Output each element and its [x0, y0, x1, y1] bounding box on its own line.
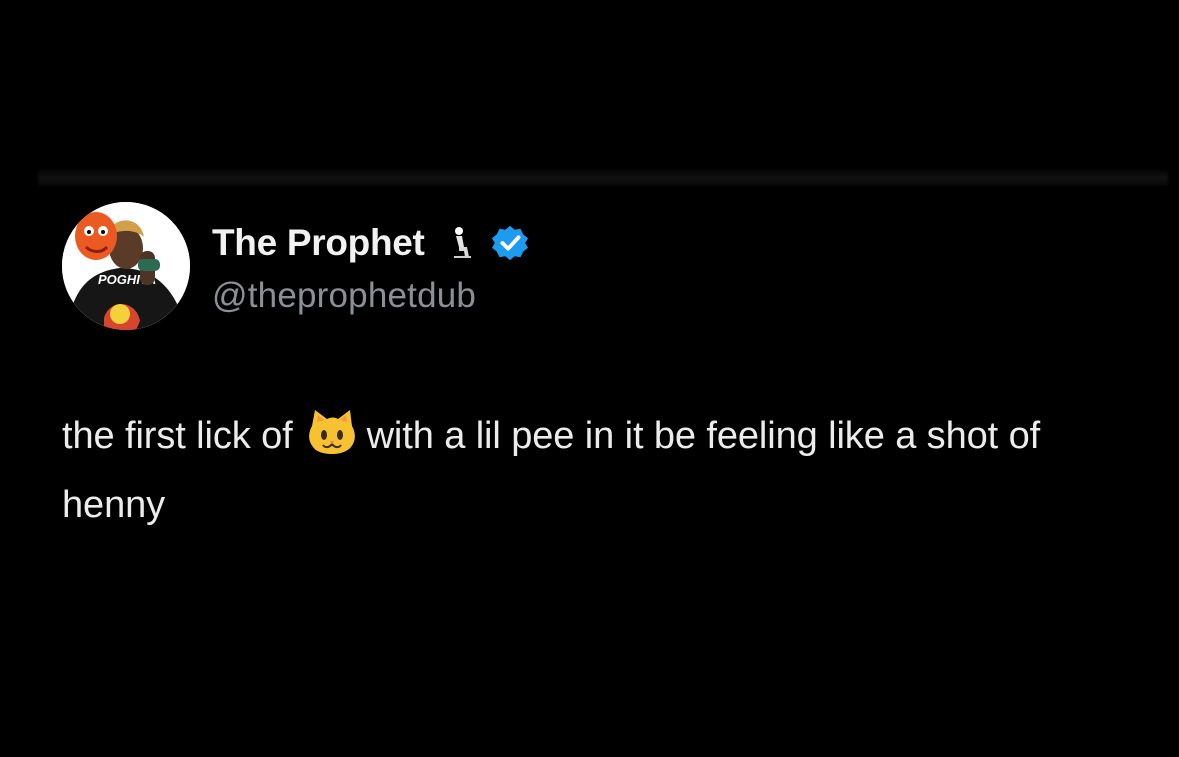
tweet-card[interactable]: POGHITA The Prophet @theprophetdub the f… — [62, 202, 1142, 540]
cat-face-emoji-icon — [308, 410, 355, 454]
tweet-screenshot: POGHITA The Prophet @theprophetdub the f… — [0, 0, 1179, 757]
tweet-header: POGHITA The Prophet @theprophetdub — [62, 202, 1142, 330]
name-row: The Prophet — [212, 216, 529, 270]
tweet-body: the first lick of with a lil pee in it b… — [62, 402, 1142, 540]
verified-badge-icon — [491, 225, 528, 261]
display-name[interactable]: The Prophet — [212, 222, 425, 264]
tweet-text-before-emoji: the first lick of — [62, 415, 293, 457]
avatar-image: POGHITA — [62, 202, 190, 330]
avatar[interactable]: POGHITA — [62, 202, 190, 330]
user-handle[interactable]: @theprophetdub — [212, 276, 529, 316]
top-divider — [38, 170, 1168, 186]
user-identity: The Prophet @theprophetdub — [212, 216, 529, 316]
kneeling-person-emoji-icon — [453, 227, 471, 258]
